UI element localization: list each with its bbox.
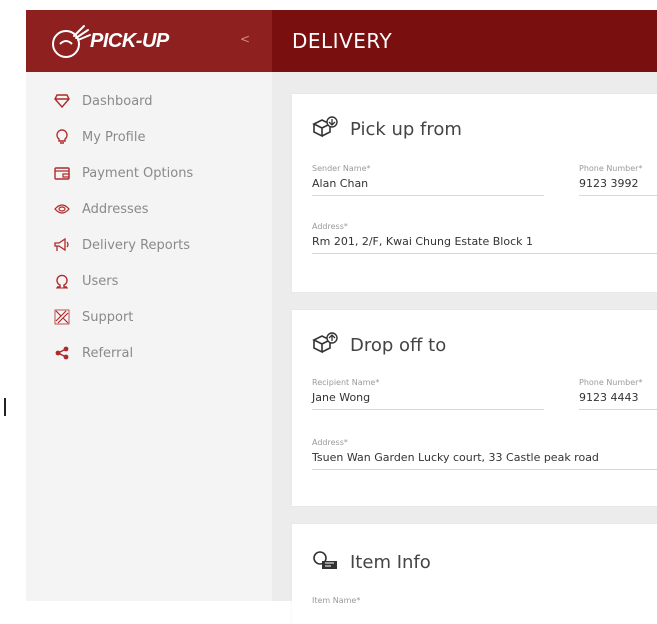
header-bar: DELIVERY bbox=[272, 10, 657, 72]
page-title: DELIVERY bbox=[292, 29, 393, 53]
lightbulb-icon bbox=[54, 129, 70, 145]
dropoff-address-label: Address* bbox=[312, 438, 348, 447]
sidebar-item-label: Delivery Reports bbox=[82, 237, 190, 253]
sidebar-item-label: Addresses bbox=[82, 201, 149, 217]
pickup-address-label: Address* bbox=[312, 222, 348, 231]
support-icon bbox=[54, 309, 70, 325]
brand-name: PICK-UP bbox=[90, 29, 169, 52]
dropoff-address-value[interactable]: Tsuen Wan Garden Lucky court, 33 Castle … bbox=[312, 451, 657, 470]
app-window: PICK-UP < DELIVERY Dashboard My Profile … bbox=[26, 10, 657, 624]
sidebar-item-label: My Profile bbox=[82, 129, 146, 145]
sidebar-item-label: Referral bbox=[82, 345, 134, 361]
pickup-title-row: Pick up from bbox=[312, 116, 462, 142]
logo-bar: PICK-UP < bbox=[26, 10, 272, 72]
sidebar-item-label: Support bbox=[82, 309, 134, 325]
dropoff-title-row: Drop off to bbox=[312, 332, 446, 358]
package-icon bbox=[312, 116, 338, 142]
eye-icon bbox=[54, 201, 70, 217]
sidebar-item-dashboard[interactable]: Dashboard bbox=[54, 91, 153, 111]
sidebar-item-label: Payment Options bbox=[82, 165, 194, 181]
item-info-card: Item Info Item Name* bbox=[292, 524, 657, 624]
dropoff-address-field[interactable]: Address* Tsuen Wan Garden Lucky court, 3… bbox=[312, 438, 657, 470]
pickup-card: Pick up from Sender Name* Alan Chan Phon… bbox=[292, 94, 657, 292]
sender-name-value[interactable]: Alan Chan bbox=[312, 177, 544, 196]
left-edge-strip bbox=[0, 0, 24, 601]
item-title: Item Info bbox=[350, 551, 431, 573]
pickup-phone-field[interactable]: Phone Number* 9123 3992 bbox=[579, 164, 657, 196]
megaphone-icon bbox=[54, 237, 70, 253]
diamond-icon bbox=[54, 93, 70, 109]
sidebar-item-payment-options[interactable]: Payment Options bbox=[54, 163, 193, 183]
sidebar-item-users[interactable]: Users bbox=[54, 271, 118, 291]
sender-name-field[interactable]: Sender Name* Alan Chan bbox=[312, 164, 544, 196]
sidebar-item-addresses[interactable]: Addresses bbox=[54, 199, 149, 219]
recipient-name-value[interactable]: Jane Wong bbox=[312, 391, 544, 410]
recipient-name-field[interactable]: Recipient Name* Jane Wong bbox=[312, 378, 544, 410]
omega-icon bbox=[54, 273, 70, 289]
sidebar-item-label: Dashboard bbox=[82, 93, 153, 109]
dropoff-phone-label: Phone Number* bbox=[579, 378, 643, 387]
dropoff-title: Drop off to bbox=[350, 334, 447, 356]
package-icon bbox=[312, 332, 338, 358]
wallet-icon bbox=[54, 165, 70, 181]
sidebar-collapse-button[interactable]: < bbox=[240, 32, 250, 46]
share-icon bbox=[54, 345, 70, 361]
dropoff-phone-value[interactable]: 9123 4443 bbox=[579, 391, 657, 410]
pickup-phone-label: Phone Number* bbox=[579, 164, 643, 173]
recipient-name-label: Recipient Name* bbox=[312, 378, 380, 387]
pickup-address-field[interactable]: Address* Rm 201, 2/F, Kwai Chung Estate … bbox=[312, 222, 657, 254]
dropoff-card: Drop off to Recipient Name* Jane Wong Ph… bbox=[292, 310, 657, 506]
pickup-title: Pick up from bbox=[350, 118, 462, 140]
pickup-address-value[interactable]: Rm 201, 2/F, Kwai Chung Estate Block 1 bbox=[312, 235, 657, 254]
sidebar-item-referral[interactable]: Referral bbox=[54, 343, 133, 363]
pickup-phone-value[interactable]: 9123 3992 bbox=[579, 177, 657, 196]
sidebar: Dashboard My Profile Payment Options Add… bbox=[26, 72, 272, 601]
sidebar-item-my-profile[interactable]: My Profile bbox=[54, 127, 145, 147]
sidebar-item-label: Users bbox=[82, 273, 119, 289]
sidebar-item-support[interactable]: Support bbox=[54, 307, 133, 327]
main-content: Pick up from Sender Name* Alan Chan Phon… bbox=[272, 72, 657, 624]
tag-icon bbox=[312, 550, 338, 574]
dropoff-phone-field[interactable]: Phone Number* 9123 4443 bbox=[579, 378, 657, 410]
item-title-row: Item Info bbox=[312, 550, 431, 574]
sidebar-item-delivery-reports[interactable]: Delivery Reports bbox=[54, 235, 190, 255]
sender-name-label: Sender Name* bbox=[312, 164, 371, 173]
edge-mark bbox=[4, 398, 6, 416]
logo-icon bbox=[52, 25, 91, 58]
